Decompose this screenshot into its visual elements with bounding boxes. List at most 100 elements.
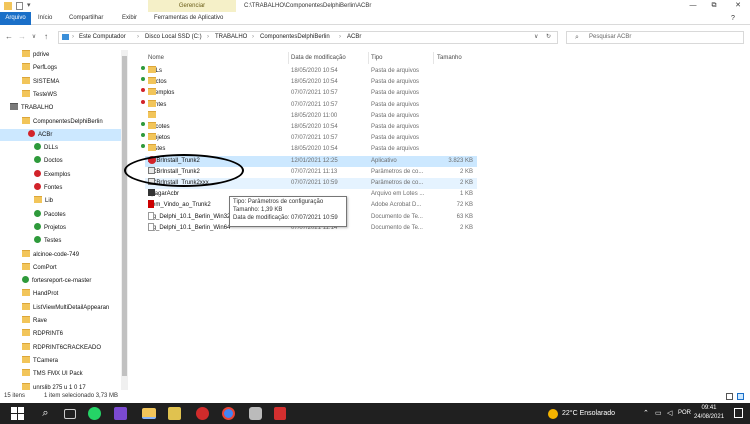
sidebar-item[interactable]: ComponentesDelphiBerlin xyxy=(0,116,121,128)
file-row[interactable]: Exemplos 07/07/2021 10:57 Pasta de arquivo… xyxy=(141,88,477,99)
column-date[interactable]: Data de modificação xyxy=(291,52,346,64)
qat-dropdown-icon[interactable]: ▾ xyxy=(27,1,31,9)
file-row[interactable]: Lib 18/05/2020 11:00 Pasta de arquivos xyxy=(145,110,477,122)
sidebar-item[interactable]: Testes xyxy=(0,235,121,247)
address-dropdown-icon[interactable]: ∨ xyxy=(534,32,538,43)
breadcrumb-chevron-icon[interactable]: › xyxy=(207,32,209,43)
breadcrumb-chevron-icon[interactable]: › xyxy=(137,32,139,43)
navigation-scrollbar[interactable] xyxy=(121,50,128,390)
acrobat-icon[interactable] xyxy=(274,407,286,420)
close-button[interactable]: ✕ xyxy=(728,0,748,12)
sidebar-item[interactable]: RDPRINT6 xyxy=(0,328,121,340)
delphi-icon[interactable] xyxy=(168,407,181,420)
column-type[interactable]: Tipo xyxy=(371,52,382,64)
sidebar-item-label: ListViewMultiDetailAppearan xyxy=(33,304,110,311)
breadcrumb-trabalho[interactable]: TRABALHO xyxy=(215,32,247,43)
details-view-icon[interactable] xyxy=(726,393,733,400)
maximize-button[interactable]: ⧉ xyxy=(704,0,724,12)
sidebar-item[interactable]: ACBr xyxy=(0,128,121,141)
file-row[interactable]: DLLs 18/05/2020 10:54 Pasta de arquivos xyxy=(141,66,477,77)
language-indicator[interactable]: POR xyxy=(678,403,691,424)
whatsapp-icon[interactable] xyxy=(88,407,101,420)
forward-arrow-icon[interactable]: → xyxy=(17,31,27,43)
sidebar-item[interactable]: TMS FMX UI Pack xyxy=(0,368,121,380)
file-type: Pasta de arquivos xyxy=(371,112,420,119)
sidebar-item[interactable]: Doctos xyxy=(0,155,121,167)
sidebar-item[interactable]: TCamera xyxy=(0,355,121,367)
address-bar[interactable]: › Este Computador › Disco Local SSD (C:)… xyxy=(58,31,558,44)
search-box[interactable]: ⌕ Pesquisar ACBr xyxy=(566,31,744,44)
weather-text[interactable]: 22°C Ensolarado xyxy=(562,403,615,424)
volume-icon[interactable]: ◁ xyxy=(667,403,672,424)
breadcrumb-componentes[interactable]: ComponentesDelphiBerlin xyxy=(260,32,330,43)
tab-home[interactable]: Início xyxy=(38,12,52,25)
clock-time[interactable]: 09:41 xyxy=(696,405,722,411)
network-icon[interactable]: ▭ xyxy=(655,403,662,424)
sidebar-item[interactable]: TesteWS xyxy=(0,89,121,101)
refresh-icon[interactable]: ↻ xyxy=(546,32,551,43)
breadcrumb-chevron-icon[interactable]: › xyxy=(339,32,341,43)
sidebar-item[interactable]: pdrive xyxy=(0,50,121,61)
tab-file[interactable]: Arquivo xyxy=(0,12,31,25)
recent-dropdown-icon[interactable]: ∨ xyxy=(29,31,39,43)
column-divider[interactable] xyxy=(288,52,289,64)
task-view-icon[interactable] xyxy=(64,409,76,419)
sidebar-item[interactable]: HandProt xyxy=(0,288,121,300)
breadcrumb-drive[interactable]: Disco Local SSD (C:) xyxy=(145,32,202,43)
file-name: Pacotes xyxy=(141,122,170,133)
back-arrow-icon[interactable]: ← xyxy=(4,31,14,43)
breadcrumb-chevron-icon[interactable]: › xyxy=(252,32,254,43)
sidebar-item[interactable]: alcinoe-code-749 xyxy=(0,249,121,261)
sidebar-item[interactable]: ComPort xyxy=(0,262,121,274)
sidebar-item[interactable]: SISTEMA xyxy=(0,76,121,88)
tab-app-tools[interactable]: Ferramentas de Aplicativo xyxy=(154,12,223,25)
scrollbar-thumb[interactable] xyxy=(122,56,127,376)
visual-studio-icon[interactable] xyxy=(114,407,127,420)
minimize-button[interactable]: — xyxy=(683,0,703,12)
breadcrumb-chevron-icon[interactable]: › xyxy=(72,32,74,43)
sidebar-item[interactable]: Fontes xyxy=(0,182,121,194)
file-row[interactable]: Pacotes 18/05/2020 10:54 Pasta de arquivos xyxy=(141,122,477,133)
breadcrumb-this-pc[interactable]: Este Computador xyxy=(79,32,126,43)
sidebar-item[interactable]: PerfLogs xyxy=(0,62,121,74)
file-row[interactable]: Fontes 07/07/2021 10:57 Pasta de arquivos xyxy=(141,99,477,111)
paint-icon[interactable] xyxy=(249,407,262,420)
sidebar-item[interactable]: Pacotes xyxy=(0,209,121,221)
tab-view[interactable]: Exibir xyxy=(122,12,137,25)
sidebar-item[interactable]: Projetos xyxy=(0,222,121,234)
properties-icon[interactable] xyxy=(16,2,23,10)
breadcrumb-acbr[interactable]: ACBr xyxy=(347,32,361,43)
chrome-icon[interactable] xyxy=(222,407,235,420)
file-row[interactable]: Doctos 18/05/2020 10:54 Pasta de arquivos xyxy=(141,77,477,88)
sidebar-item[interactable]: fortesreport-ce-master xyxy=(0,275,121,287)
sidebar-item[interactable]: TRABALHO xyxy=(0,102,121,114)
start-icon[interactable] xyxy=(10,406,25,421)
svn-ok-icon xyxy=(34,143,41,151)
sidebar-item[interactable]: DLLs xyxy=(0,142,121,154)
column-divider[interactable] xyxy=(433,52,434,64)
sidebar-item[interactable]: ListViewMultiDetailAppearan xyxy=(0,302,121,314)
notification-icon[interactable] xyxy=(734,408,743,418)
file-row[interactable]: Projetos 07/07/2021 10:57 Pasta de arquivo… xyxy=(141,133,477,144)
sidebar-item[interactable]: Lib xyxy=(0,195,121,207)
up-arrow-icon[interactable]: ↑ xyxy=(41,31,51,43)
tab-share[interactable]: Compartilhar xyxy=(69,12,103,25)
file-type: Pasta de arquivos xyxy=(371,146,420,153)
file-name: log_Delphi_10.1_Berlin_Win64 xyxy=(148,222,230,234)
large-icons-view-icon[interactable] xyxy=(737,393,744,400)
sidebar-item[interactable]: unrslib 275 u 1 0 17 xyxy=(0,382,121,390)
column-name[interactable]: Nome xyxy=(148,52,164,64)
file-type: Arquivo em Lotes ... xyxy=(371,191,425,198)
sidebar-item[interactable]: Exemplos xyxy=(0,169,121,181)
column-size[interactable]: Tamanho xyxy=(437,52,462,64)
help-icon[interactable]: ? xyxy=(731,12,735,25)
file-explorer-icon[interactable] xyxy=(142,408,156,419)
weather-sun-icon[interactable] xyxy=(548,409,558,419)
column-divider[interactable] xyxy=(368,52,369,64)
tray-chevron-icon[interactable]: ⌃ xyxy=(643,403,649,424)
sidebar-item[interactable]: RDPRINT6CRACKEADO xyxy=(0,342,121,354)
sidebar-item[interactable]: Rave xyxy=(0,315,121,327)
clock-date[interactable]: 24/08/2021 xyxy=(694,414,724,420)
search-icon[interactable]: ⌕ xyxy=(38,406,53,421)
devexpress-icon[interactable] xyxy=(196,407,209,420)
